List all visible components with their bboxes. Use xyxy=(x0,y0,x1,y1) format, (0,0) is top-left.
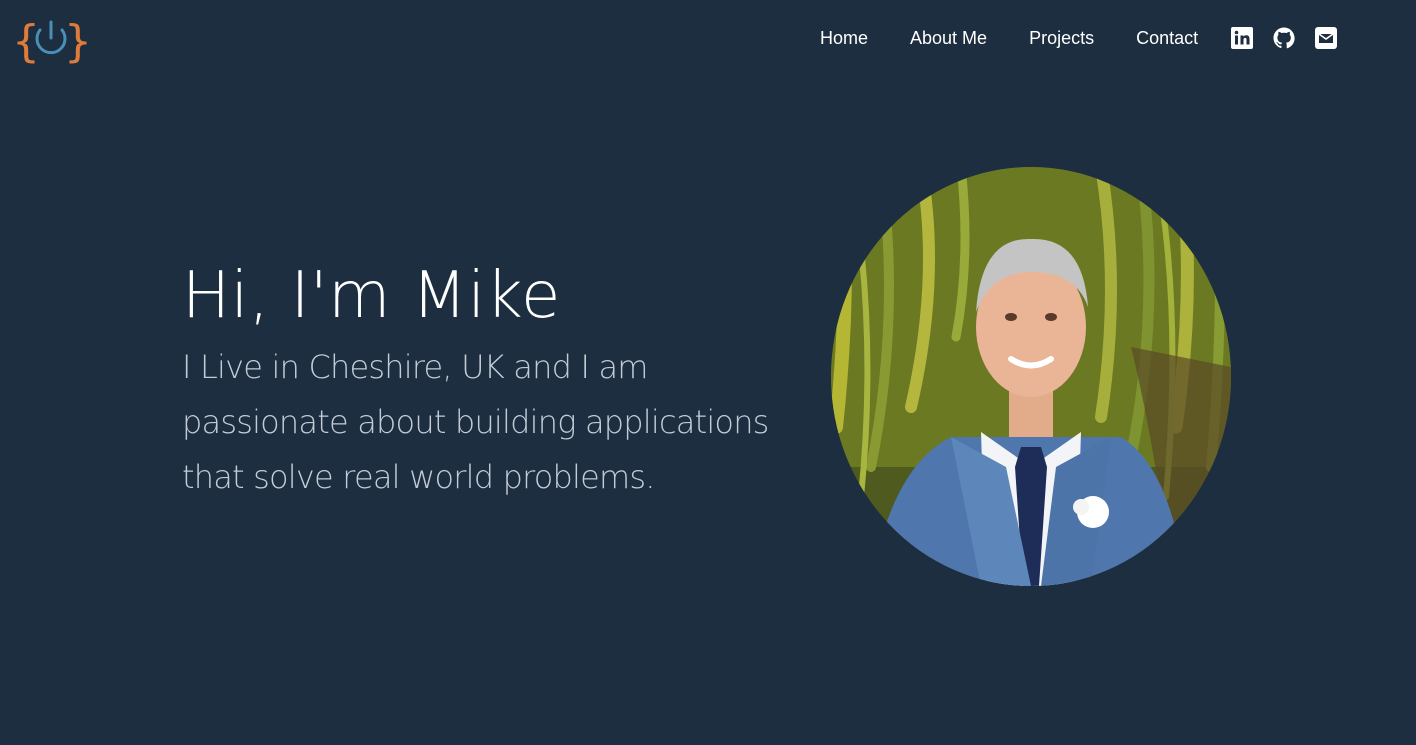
logo-power-icon: { } xyxy=(12,16,92,67)
linkedin-icon[interactable] xyxy=(1230,26,1254,50)
page: { } Home About Me Projects Contact Hi, I… xyxy=(0,0,1416,745)
site-logo[interactable]: { } xyxy=(12,16,92,67)
envelope-icon[interactable] xyxy=(1314,26,1338,50)
main-nav: Home About Me Projects Contact xyxy=(820,24,1338,52)
svg-text:}: } xyxy=(64,16,92,66)
nav-contact[interactable]: Contact xyxy=(1136,28,1198,49)
social-links xyxy=(1230,26,1338,50)
nav-about-me[interactable]: About Me xyxy=(910,28,987,49)
hero-title: Hi, I'm Mike xyxy=(182,259,561,333)
github-icon[interactable] xyxy=(1272,26,1296,50)
hero-description: I Live in Cheshire, UK and I am passiona… xyxy=(182,348,769,496)
profile-photo xyxy=(831,167,1231,586)
nav-projects[interactable]: Projects xyxy=(1029,28,1094,49)
nav-home[interactable]: Home xyxy=(820,28,868,49)
